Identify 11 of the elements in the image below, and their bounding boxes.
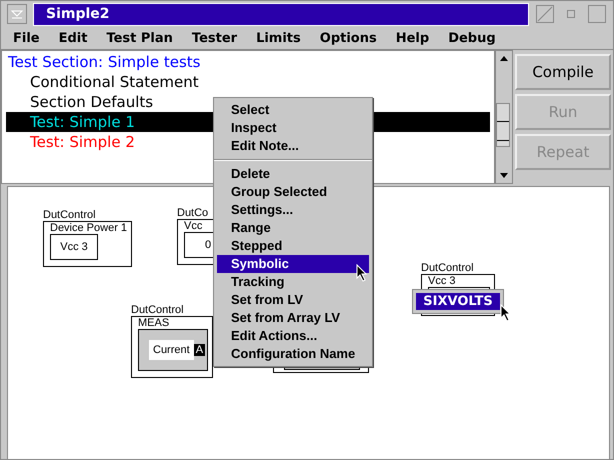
unit-label: A <box>194 344 206 356</box>
node-title: Vcc 3 <box>428 276 456 287</box>
meter-label: Current <box>149 340 194 360</box>
node-title: Device Power 1 <box>50 223 128 234</box>
node-type-label: DutControl <box>421 263 475 274</box>
node-type-label: DutControl <box>131 305 185 316</box>
window-title: Simple2 <box>45 6 110 22</box>
node-title: Vcc <box>184 221 202 232</box>
node-type-label: DutControl <box>43 210 97 221</box>
node-title: MEAS <box>138 318 170 329</box>
node-value: Vcc 3 <box>50 234 98 260</box>
